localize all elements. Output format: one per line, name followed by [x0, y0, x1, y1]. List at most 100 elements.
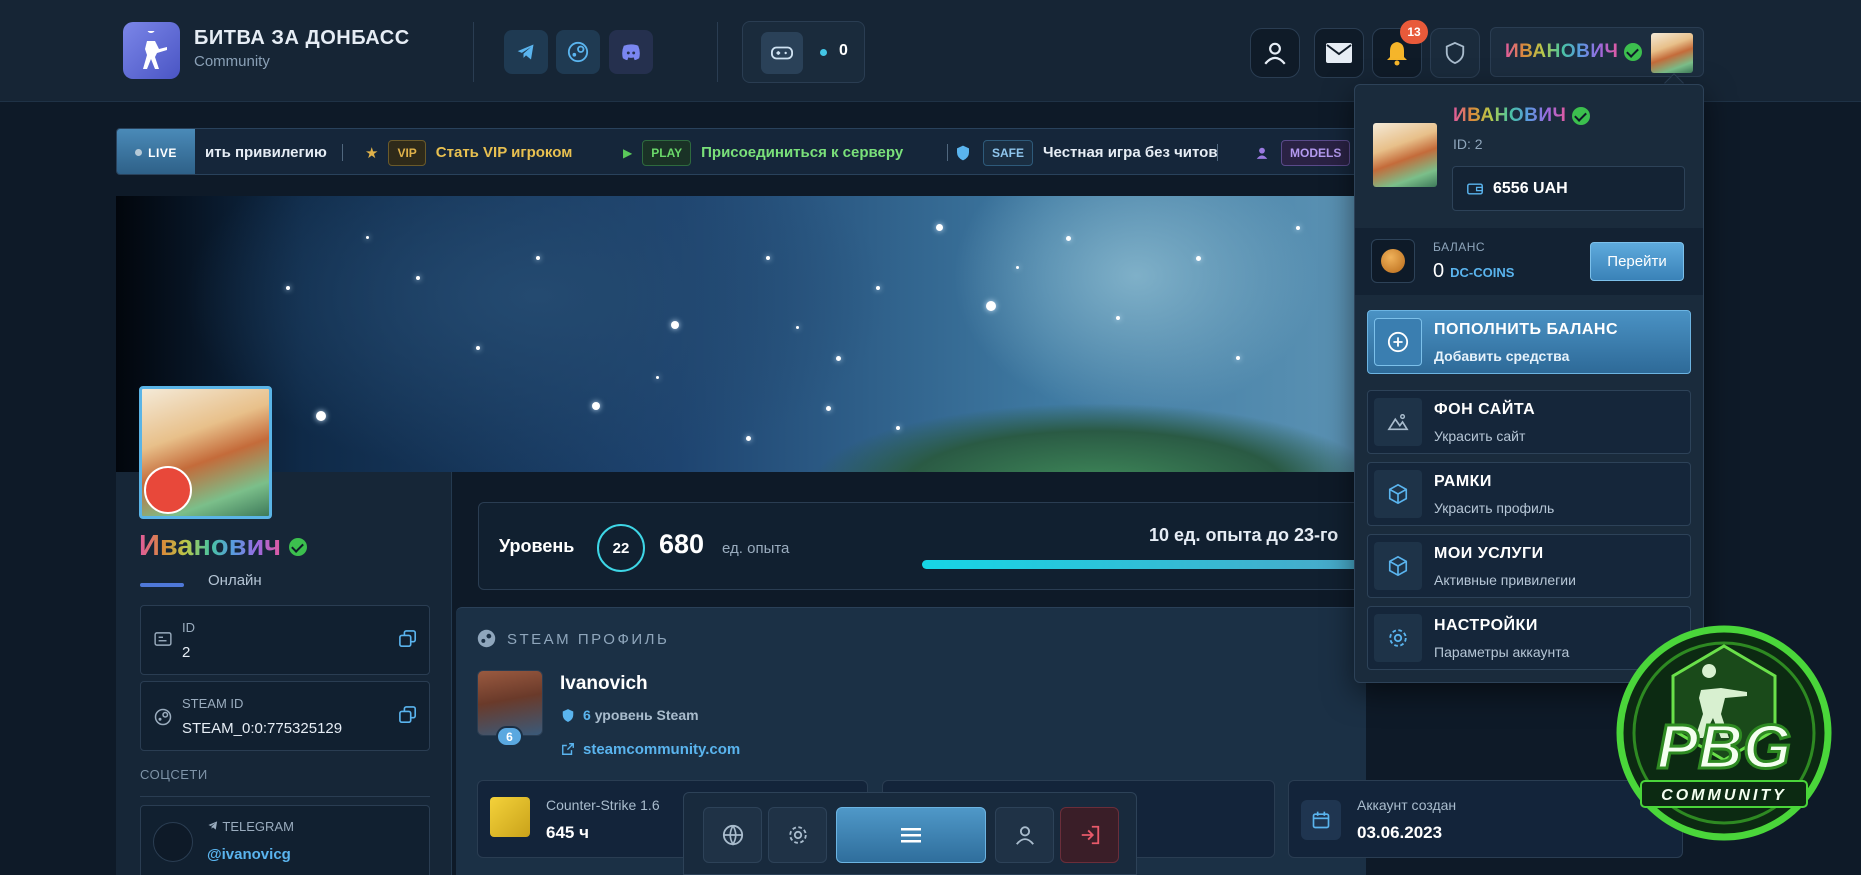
divider — [717, 22, 718, 82]
steam-id-value: STEAM_0:0:775325129 — [182, 720, 343, 737]
image-icon — [1374, 398, 1422, 446]
profile-avatar[interactable] — [139, 386, 272, 519]
copy-icon[interactable] — [399, 630, 417, 648]
safe-tag: SAFE — [983, 139, 1034, 166]
ticker-item[interactable]: ить привилегию — [205, 129, 327, 174]
play-tag: PLAY — [642, 139, 692, 166]
sad-face-icon — [144, 466, 192, 514]
shield-icon — [1445, 41, 1465, 65]
menu-item-my-services[interactable]: МОИ УСЛУГИ Активные привилегии — [1367, 534, 1691, 598]
user-button[interactable] — [995, 807, 1054, 863]
star-icon: ★ — [365, 144, 379, 162]
avatar — [1651, 33, 1693, 73]
user-icon — [1264, 42, 1286, 65]
verified-icon — [1624, 42, 1643, 61]
level-label: Уровень — [499, 536, 575, 556]
ticker-item-vip[interactable]: ★ VIP Стать VIP игроком — [365, 129, 572, 174]
firefly — [1066, 236, 1071, 241]
steam-icon — [477, 629, 496, 648]
brand-title[interactable]: БИТВА ЗА ДОНБАСС — [194, 27, 410, 50]
ticker-item-safe[interactable]: SAFE Честная игра без читов — [955, 129, 1218, 174]
gear-icon — [788, 826, 807, 844]
admin-button[interactable] — [1430, 28, 1480, 78]
dropdown-avatar — [1373, 123, 1437, 187]
telegram-button[interactable] — [504, 30, 548, 74]
verified-icon — [289, 538, 308, 557]
online-status: Онлайн — [208, 572, 262, 589]
site-logo[interactable] — [123, 22, 180, 79]
firefly — [986, 301, 996, 311]
bell-icon — [1387, 42, 1407, 66]
firefly — [766, 256, 770, 260]
plus-circle-icon — [1374, 318, 1422, 366]
menu-item-frames[interactable]: РАМКИ Украсить профиль — [1367, 462, 1691, 526]
divider — [342, 144, 343, 161]
profile-button[interactable] — [1250, 28, 1300, 78]
firefly — [656, 376, 659, 379]
online-indicator — [140, 583, 184, 587]
box-icon — [1374, 542, 1422, 590]
gamepad-icon — [761, 32, 803, 74]
shield-icon — [562, 709, 574, 722]
go-to-coins-button[interactable]: Перейти — [1590, 242, 1684, 281]
ticker-item-models[interactable]: MODELS — [1255, 129, 1360, 174]
soldier-icon — [142, 30, 167, 69]
external-link-icon — [562, 743, 574, 755]
pbg-small-text: COMMUNITY — [1661, 787, 1787, 804]
firefly — [896, 426, 900, 430]
online-servers-widget[interactable]: 0 — [742, 21, 865, 83]
ticker-item-play[interactable]: ▶ PLAY Присоединиться к серверу — [623, 129, 903, 174]
coin-icon — [1371, 239, 1415, 283]
messages-button[interactable] — [1314, 28, 1364, 78]
menu-item-title: ФОН САЙТА — [1434, 401, 1536, 418]
telegram-handle[interactable]: @ivanovicg — [207, 846, 291, 863]
dropdown-user-id: ID: 2 — [1453, 136, 1483, 152]
steam-profile-link[interactable]: steamcommunity.com — [583, 741, 740, 758]
xp-to-next: 10 ед. опыта до 23-го — [1149, 525, 1339, 545]
notifications-badge: 13 — [1400, 20, 1428, 44]
user-menu-button[interactable]: ИВАНОВИЧ — [1490, 27, 1704, 77]
coins-balance-row: БАЛАНС 0 DC-COINS Перейти — [1355, 228, 1703, 295]
divider — [473, 22, 474, 82]
balance-value: 0 DC-COINS — [1433, 260, 1515, 282]
settings-button[interactable] — [768, 807, 827, 863]
menu-item-title: РАМКИ — [1434, 473, 1492, 490]
profile-name: Иванович — [139, 530, 308, 563]
firefly — [536, 256, 540, 260]
firefly — [836, 356, 841, 361]
menu-item-site-background[interactable]: ФОН САЙТА Украсить сайт — [1367, 390, 1691, 454]
firefly — [671, 321, 679, 329]
socials-label: СОЦСЕТИ — [140, 767, 208, 782]
divider — [947, 144, 948, 161]
copy-icon[interactable] — [399, 706, 417, 724]
menu-item-top-up[interactable]: ПОПОЛНИТЬ БАЛАНС Добавить средства — [1367, 310, 1691, 374]
steam-button[interactable] — [556, 30, 600, 74]
menu-item-subtitle: Украсить сайт — [1434, 428, 1526, 444]
xp-progress-bar — [922, 560, 1367, 569]
pbg-big-text: PBG — [1657, 713, 1791, 782]
telegram-avatar — [153, 822, 193, 862]
menu-item-title: МОИ УСЛУГИ — [1434, 545, 1544, 562]
uah-balance[interactable]: 6556 UAH — [1452, 166, 1685, 211]
profile-banner — [116, 196, 1366, 472]
menu-item-subtitle: Украсить профиль — [1434, 500, 1555, 516]
box-icon — [1374, 470, 1422, 518]
divider — [1217, 144, 1218, 161]
firefly — [876, 286, 880, 290]
globe-button[interactable] — [703, 807, 762, 863]
firefly — [476, 346, 480, 350]
discord-button[interactable] — [609, 30, 653, 74]
firefly — [1116, 316, 1120, 320]
globe-icon — [722, 824, 743, 846]
firefly — [1236, 356, 1240, 360]
dropdown-user-name: ИВАНОВИЧ — [1453, 105, 1591, 127]
bottom-navigation — [683, 792, 1137, 875]
telegram-card[interactable]: TELEGRAM @ivanovicg — [140, 805, 430, 875]
menu-button[interactable] — [836, 807, 986, 863]
menu-item-subtitle: Добавить средства — [1434, 348, 1570, 364]
logout-button[interactable] — [1060, 807, 1119, 863]
telegram-icon — [517, 44, 534, 60]
firefly — [796, 326, 799, 329]
logout-icon — [1081, 825, 1099, 845]
level-card: Уровень 22 680 ед. опыта 10 ед. опыта до… — [478, 502, 1367, 590]
